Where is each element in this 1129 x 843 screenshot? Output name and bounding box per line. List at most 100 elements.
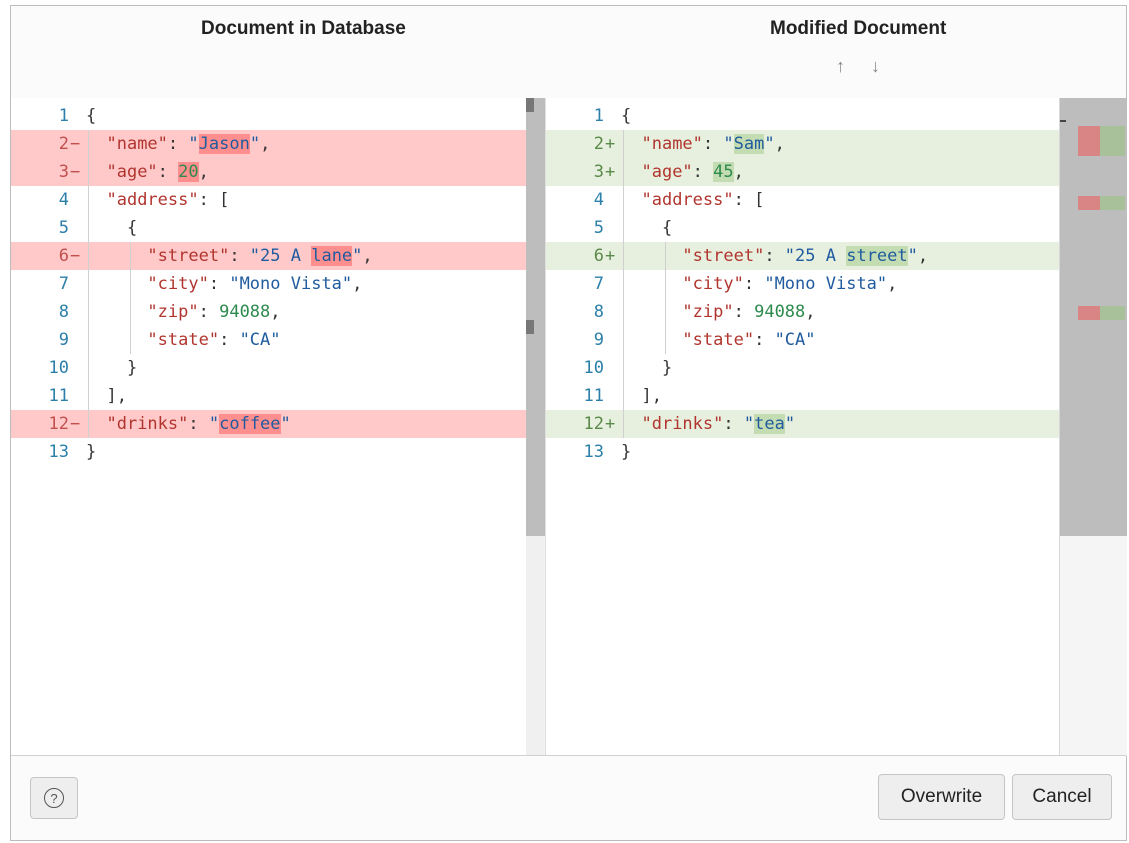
code-token: " (784, 414, 796, 434)
code-token: : (754, 330, 775, 350)
line-number: 7 (593, 274, 604, 294)
code-token: { (126, 218, 138, 238)
changed-token: lane (311, 246, 353, 266)
code-token: "address" (641, 190, 734, 210)
original-document-editor[interactable]: 1{2− "name": "Jason", 3− "age": 20, 4 "add… (11, 98, 526, 756)
cancel-button[interactable]: Cancel (1012, 774, 1112, 820)
code-text: ], (621, 382, 661, 410)
code-token: "state" (682, 330, 755, 350)
right-pane-title: Modified Document (770, 18, 947, 39)
code-token: "drinks" (106, 414, 189, 434)
code-token: , (198, 162, 209, 182)
code-text: "address": [ (621, 186, 764, 214)
next-change-arrow-icon[interactable]: ↓ (871, 56, 880, 77)
line-number: 7 (58, 274, 69, 294)
line-number: 12 (48, 414, 69, 434)
help-button[interactable]: ? (30, 777, 78, 819)
overwrite-button[interactable]: Overwrite (878, 774, 1005, 820)
code-text: } (86, 438, 96, 466)
previous-change-arrow-icon[interactable]: ↑ (836, 56, 845, 77)
code-token: { (661, 218, 673, 238)
left-scrollbar[interactable] (526, 98, 545, 756)
code-token: " (764, 134, 775, 154)
plus-icon: + (605, 414, 616, 434)
line-number: 1 (593, 106, 604, 126)
overview-cursor (1060, 120, 1066, 122)
code-token: { (86, 106, 97, 126)
code-token: "street" (682, 246, 765, 266)
plus-icon: + (605, 246, 616, 266)
scroll-marker (526, 320, 534, 334)
code-token: , (805, 302, 816, 322)
code-token: : (733, 302, 755, 322)
code-token: "25 A (784, 246, 847, 266)
line-number: 3 (58, 162, 69, 182)
code-token: " (208, 414, 220, 434)
code-text: "name": "Jason", (86, 130, 270, 158)
line-number: 2 (593, 134, 604, 154)
diff-overview-ruler[interactable] (1059, 98, 1127, 756)
code-text: "age": 20, (86, 158, 209, 186)
code-token: : (157, 162, 179, 182)
code-token: : (188, 414, 209, 434)
code-token: "zip" (147, 302, 199, 322)
code-token: " (907, 246, 918, 266)
left-scrollbar-thumb[interactable] (526, 98, 545, 536)
overview-deleted-marker (1078, 126, 1100, 156)
code-token: , (260, 134, 271, 154)
code-token: : (208, 274, 230, 294)
code-token: : (198, 302, 220, 322)
code-token: "25 A (249, 246, 312, 266)
line-number: 10 (48, 358, 69, 378)
indent-guide (665, 242, 666, 354)
code-token: : [ (733, 190, 765, 210)
code-text: { (86, 102, 96, 130)
code-token: : (692, 162, 714, 182)
changed-token: 20 (178, 162, 199, 182)
plus-icon: + (605, 162, 616, 182)
code-token: "name" (106, 134, 168, 154)
modified-document-editor[interactable]: 1{2 + "name": "Sam", 3 + "age": 45, 4 "addre… (545, 98, 1060, 756)
code-token: "CA" (774, 330, 816, 350)
code-text: } (86, 354, 137, 382)
code-line: 13} (11, 438, 526, 466)
code-text: } (621, 354, 672, 382)
code-text: "city": "Mono Vista", (86, 270, 362, 298)
code-token: "address" (106, 190, 199, 210)
code-token: } (126, 358, 138, 378)
changed-token: Jason (198, 134, 250, 154)
dialog-footer: ? Overwrite Cancel (11, 755, 1126, 840)
line-number: 6 (58, 246, 69, 266)
plus-icon: + (605, 134, 616, 154)
code-text: { (621, 102, 631, 130)
changed-token: tea (754, 414, 785, 434)
code-text: { (621, 214, 672, 242)
code-token: "Mono Vista" (229, 274, 353, 294)
line-number: 5 (593, 218, 604, 238)
line-number: 9 (593, 330, 604, 350)
minus-icon: − (70, 162, 81, 182)
code-token: , (733, 162, 744, 182)
minus-icon: − (70, 246, 81, 266)
code-token: : (764, 246, 785, 266)
code-token: : (167, 134, 189, 154)
code-text: } (621, 438, 631, 466)
compare-dialog: Document in Database Modified Document ↑… (10, 5, 1127, 841)
code-text: "name": "Sam", (621, 130, 785, 158)
line-number: 12 (583, 414, 604, 434)
code-token: 94088 (754, 302, 806, 322)
code-text: "street": "25 A lane", (86, 242, 373, 270)
